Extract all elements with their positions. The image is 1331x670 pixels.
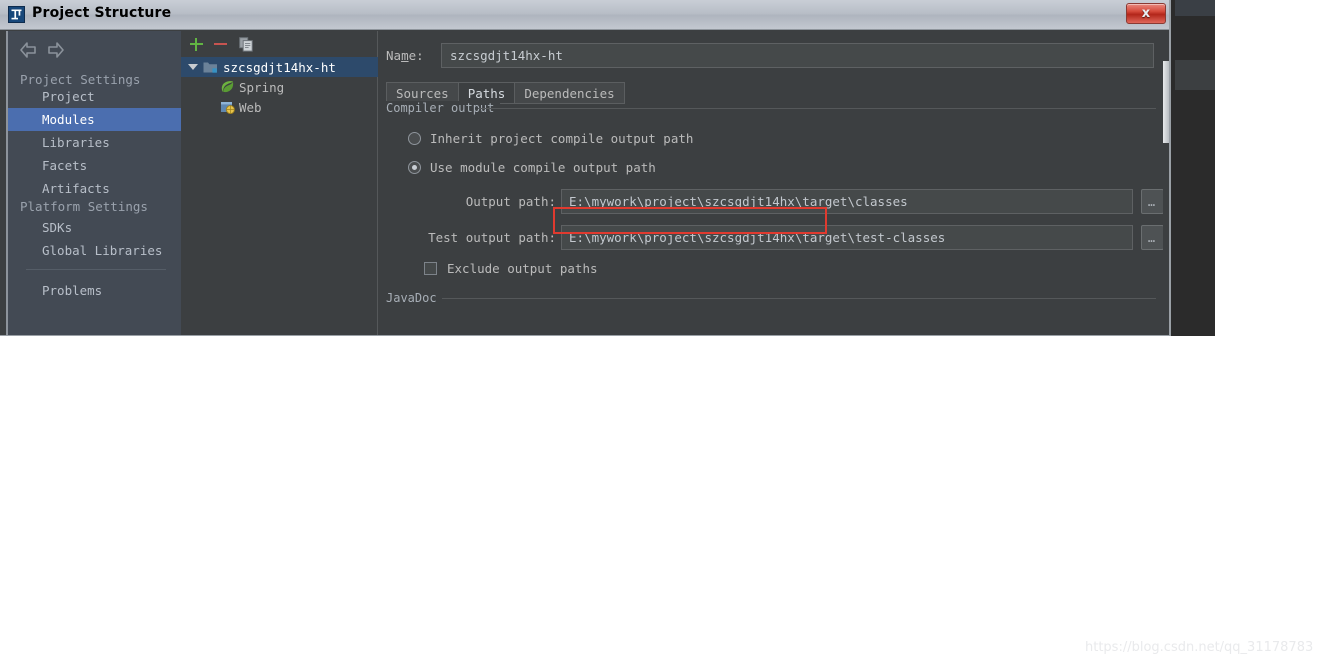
copy-icon — [238, 36, 253, 52]
sidebar-item-label: Libraries — [42, 135, 110, 150]
sidebar-item-facets[interactable]: Facets — [8, 154, 183, 177]
test-output-path-label: Test output path: — [428, 230, 556, 245]
module-name-row: Name: — [386, 43, 1156, 69]
sidebar-item-artifacts[interactable]: Artifacts — [8, 177, 183, 200]
tab-dependencies[interactable]: Dependencies — [514, 82, 625, 104]
sidebar-nav-arrows — [18, 39, 98, 61]
tree-row[interactable]: Spring — [181, 77, 378, 97]
sidebar-group-title-platform-settings: Platform Settings — [20, 199, 148, 214]
module-name-label: Name: — [386, 48, 424, 63]
sidebar-item-label: SDKs — [42, 220, 73, 235]
test-output-path-input[interactable] — [561, 225, 1133, 250]
remove-module-button[interactable] — [210, 35, 230, 53]
module-name-input[interactable] — [441, 43, 1154, 68]
test-output-path-row: Test output path: … — [386, 225, 1164, 251]
ide-background-strip-top — [1175, 0, 1215, 16]
radio-inherit-project-output[interactable]: Inherit project compile output path — [408, 131, 693, 146]
test-output-path-browse-button[interactable]: … — [1141, 225, 1164, 250]
tree-row[interactable]: Web — [181, 97, 378, 117]
sidebar-item-label: Problems — [42, 283, 103, 298]
settings-sidebar: Project Settings Project Modules Librari… — [6, 31, 183, 335]
radio-label: Inherit project compile output path — [430, 131, 694, 146]
sidebar-item-modules[interactable]: Modules — [8, 108, 183, 131]
close-button[interactable]: x — [1126, 3, 1166, 24]
sidebar-item-project[interactable]: Project — [8, 85, 183, 108]
add-module-button[interactable] — [186, 35, 206, 53]
tree-row[interactable]: szcsgdjt14hx-ht — [181, 57, 378, 77]
dialog-right-edge — [1169, 0, 1170, 335]
section-title-javadoc: JavaDoc — [386, 291, 443, 305]
checkbox-icon — [424, 262, 437, 275]
chevron-down-icon[interactable] — [186, 57, 200, 77]
sidebar-item-label: Artifacts — [42, 181, 110, 196]
sidebar-item-label: Global Libraries — [42, 243, 163, 258]
sidebar-item-problems[interactable]: Problems — [8, 279, 183, 302]
intellij-idea-icon — [8, 6, 25, 23]
sidebar-item-label: Facets — [42, 158, 88, 173]
section-rule — [478, 108, 1156, 109]
radio-label: Use module compile output path — [430, 160, 656, 175]
paths-tab-content: Compiler output Inherit project compile … — [386, 101, 1164, 335]
dialog-titlebar[interactable]: Project Structure x — [0, 0, 1170, 30]
sidebar-item-global-libraries[interactable]: Global Libraries — [8, 239, 183, 262]
sidebar-item-label: Modules — [42, 112, 95, 127]
ide-background-strip — [1175, 60, 1215, 90]
sidebar-item-label: Project — [42, 89, 95, 104]
module-tree-panel: szcsgdjt14hx-ht Spring Web — [181, 31, 378, 335]
output-path-input[interactable] — [561, 189, 1133, 214]
section-rule — [442, 298, 1156, 299]
project-structure-dialog: Project Structure x Project Settings Pro… — [0, 0, 1171, 336]
screenshot-root: Project Structure x Project Settings Pro… — [0, 0, 1331, 670]
dialog-body: Project Settings Project Modules Librari… — [0, 30, 1170, 335]
copy-module-button[interactable] — [236, 35, 256, 53]
tab-label: Dependencies — [524, 85, 615, 101]
arrow-right-icon[interactable] — [46, 39, 70, 61]
tab-label: Paths — [467, 85, 506, 101]
radio-icon — [408, 161, 421, 174]
exclude-output-paths-checkbox-row[interactable]: Exclude output paths — [424, 261, 598, 276]
web-facet-icon — [220, 100, 235, 117]
radio-use-module-output[interactable]: Use module compile output path — [408, 160, 656, 175]
ellipsis-icon: … — [1147, 230, 1158, 245]
module-editor-panel: Name: Sources Paths Dependencies — [378, 31, 1164, 335]
ellipsis-icon: … — [1147, 194, 1158, 209]
sidebar-item-sdks[interactable]: SDKs — [8, 216, 183, 239]
spring-leaf-icon — [220, 80, 235, 97]
watermark-text: https://blog.csdn.net/qq_31178783 — [1085, 640, 1314, 655]
output-path-browse-button[interactable]: … — [1141, 189, 1164, 214]
close-icon: x — [1141, 6, 1151, 21]
radio-icon — [408, 132, 421, 145]
dialog-title: Project Structure — [32, 5, 172, 21]
module-folder-icon — [203, 60, 218, 77]
sidebar-divider — [26, 269, 166, 270]
output-path-row: Output path: … — [386, 189, 1164, 215]
tab-label: Sources — [396, 85, 449, 101]
arrow-left-icon[interactable] — [18, 39, 42, 61]
checkbox-label: Exclude output paths — [447, 261, 598, 276]
output-path-label: Output path: — [465, 194, 556, 209]
sidebar-item-libraries[interactable]: Libraries — [8, 131, 183, 154]
module-tree-toolbar — [181, 31, 378, 57]
